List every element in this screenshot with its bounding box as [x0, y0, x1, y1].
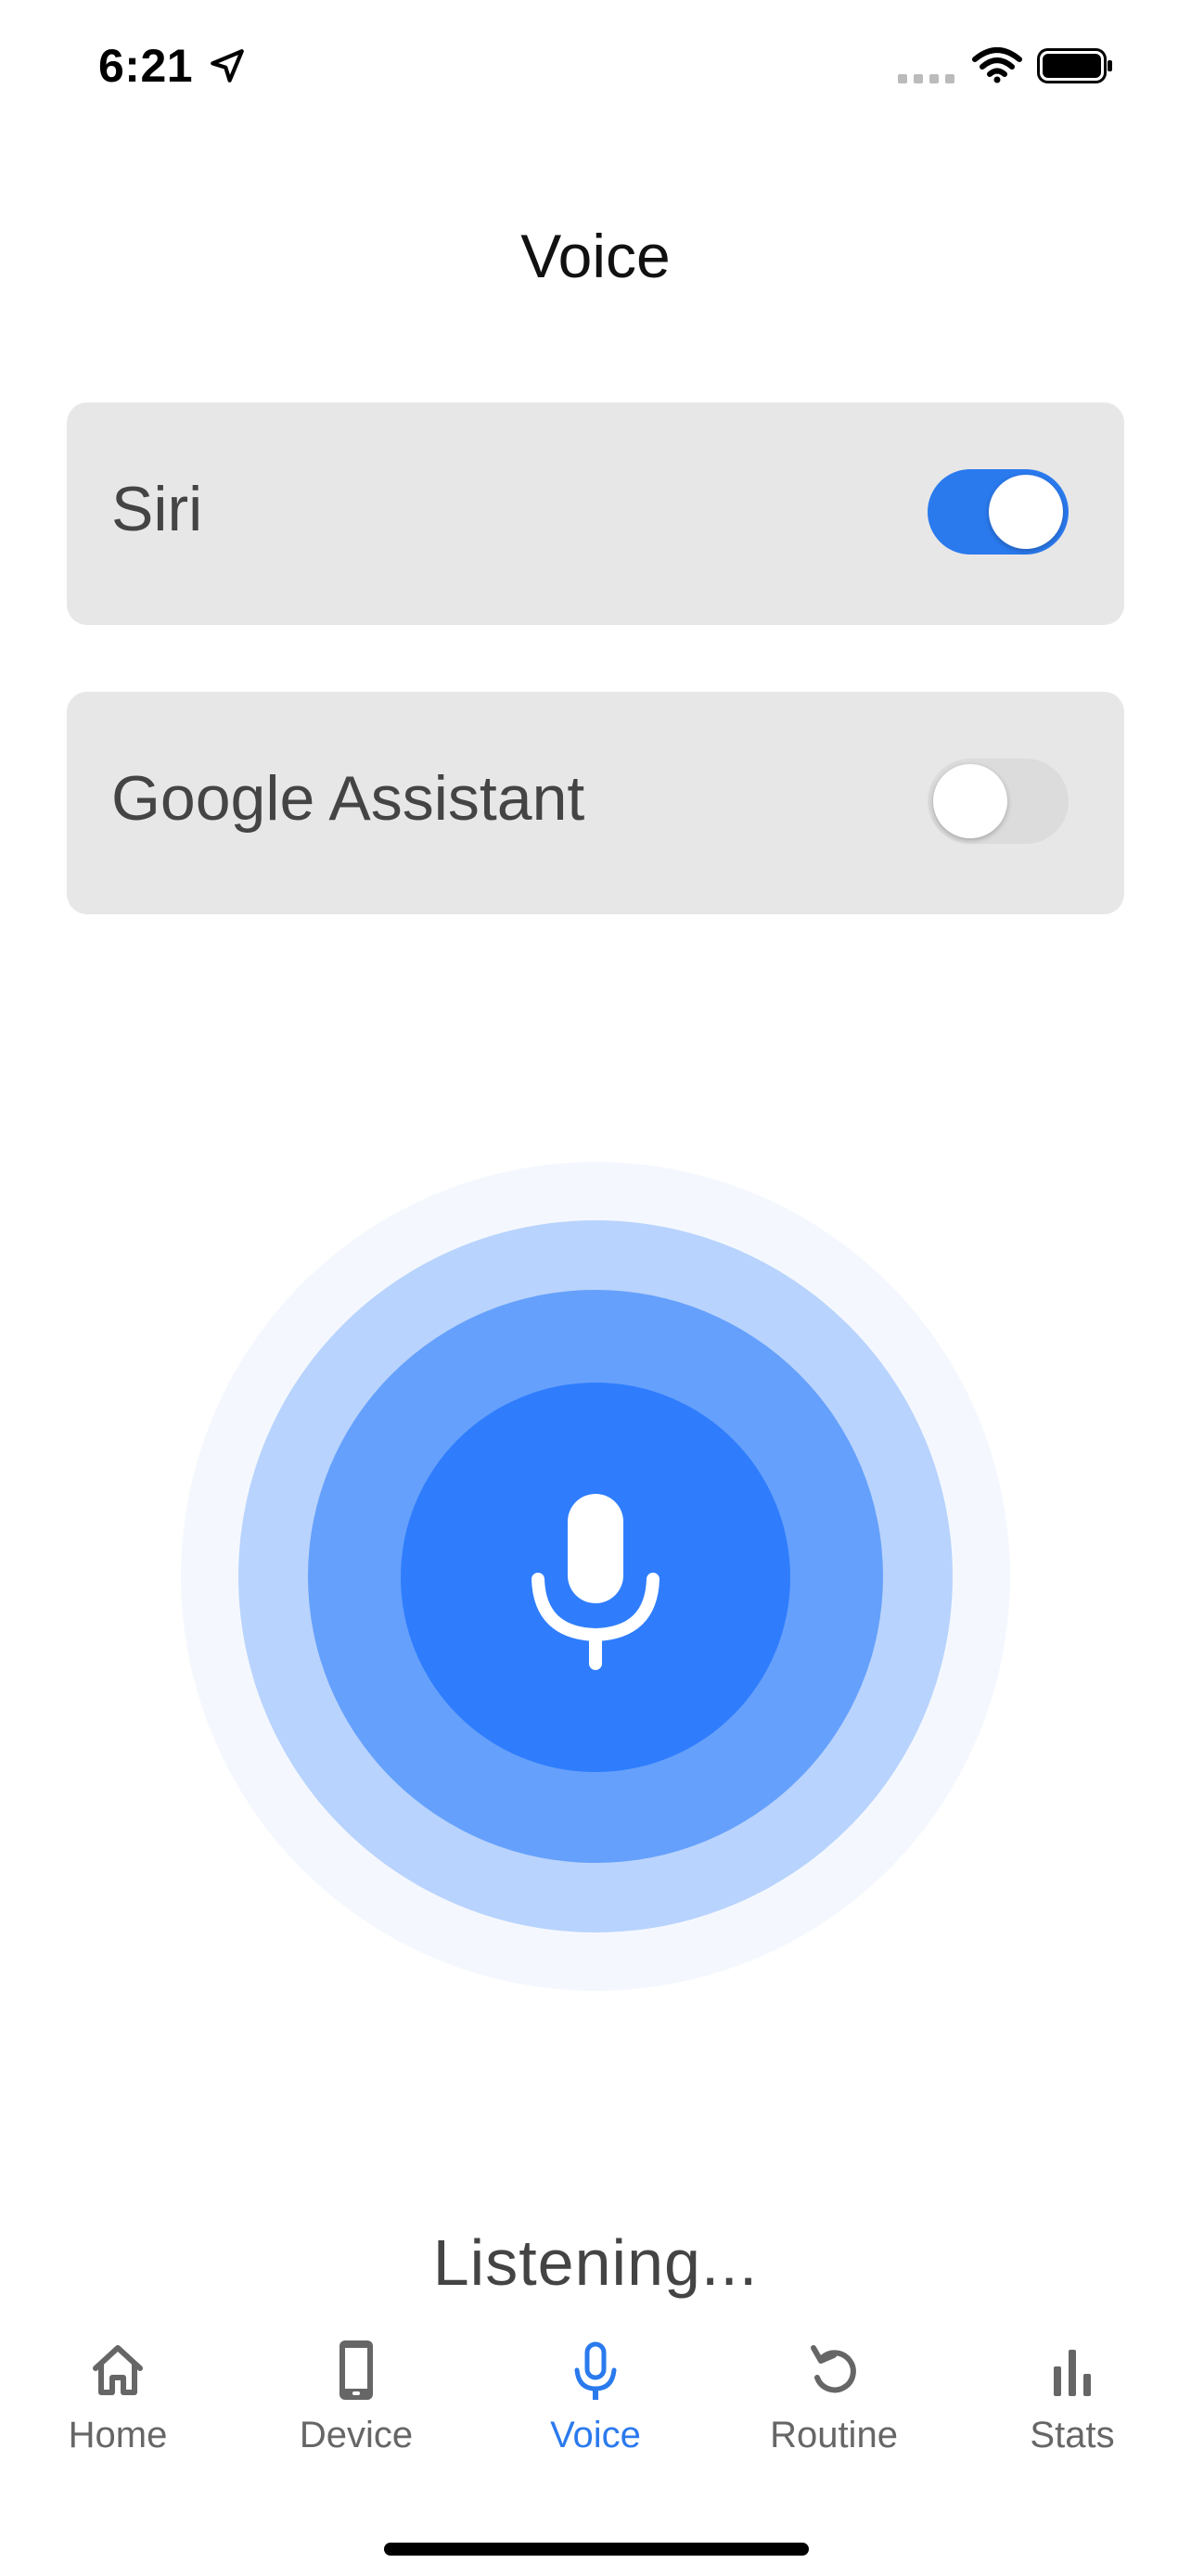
tab-stats[interactable]: Stats [970, 2339, 1174, 2487]
bar-chart-icon [1054, 2350, 1091, 2396]
mic-button[interactable] [401, 1383, 790, 1772]
home-indicator[interactable] [384, 2543, 809, 2556]
siri-setting-row: Siri [67, 402, 1124, 625]
bottom-tab-bar: Home Device Voice Routine Stats [0, 2318, 1191, 2576]
tab-stats-label: Stats [1030, 2415, 1115, 2455]
status-bar: 6:21 [0, 0, 1191, 139]
siri-label: Siri [111, 474, 203, 544]
phone-device-icon [339, 2340, 373, 2400]
toggle-knob [933, 764, 1007, 838]
tab-device-label: Device [299, 2415, 414, 2455]
tab-home[interactable]: Home [16, 2339, 220, 2487]
status-time: 6:21 [98, 40, 194, 92]
tab-voice[interactable]: Voice [493, 2339, 698, 2487]
google-assistant-setting-row: Google Assistant [67, 692, 1124, 914]
tab-routine-label: Routine [770, 2415, 898, 2455]
voice-screen: 6:21 Voice Siri Google Assistant Listeni… [0, 0, 1191, 2576]
listening-status: Listening... [432, 2226, 759, 2299]
refresh-icon [811, 2345, 856, 2393]
tab-device[interactable]: Device [254, 2339, 458, 2487]
wifi-icon [972, 47, 1022, 83]
siri-toggle[interactable] [928, 469, 1069, 555]
tab-routine[interactable]: Routine [732, 2339, 936, 2487]
google-assistant-label: Google Assistant [111, 763, 585, 834]
tab-voice-label: Voice [550, 2415, 641, 2455]
home-icon [93, 2345, 143, 2395]
signal-icon [898, 74, 954, 83]
location-arrow-icon [211, 49, 244, 83]
google-assistant-toggle[interactable] [928, 759, 1069, 844]
tab-home-label: Home [68, 2415, 168, 2455]
page-title: Voice [520, 222, 671, 290]
microphone-icon [574, 2341, 617, 2400]
battery-icon [1037, 48, 1112, 83]
microphone-icon [531, 1494, 660, 1670]
toggle-knob [989, 475, 1063, 549]
